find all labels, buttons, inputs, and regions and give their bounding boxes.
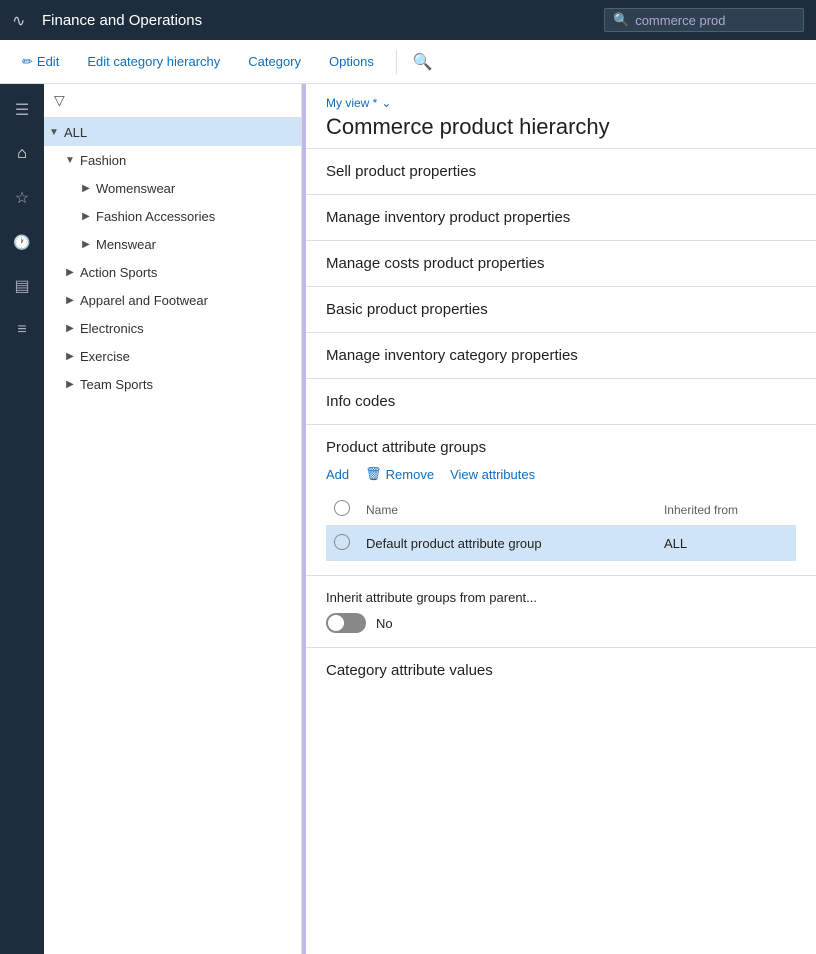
row-radio: [334, 534, 350, 550]
cat-attr-section[interactable]: Category attribute values: [306, 647, 816, 693]
section-sell[interactable]: Sell product properties: [306, 148, 816, 194]
page-title: Commerce product hierarchy: [326, 114, 796, 140]
attr-groups-section: Product attribute groups Add 🗑 Remove Vi…: [306, 424, 816, 575]
chevron-down-icon: ⌄: [381, 96, 391, 110]
row-name-cell: Default product attribute group: [358, 526, 656, 562]
options-button[interactable]: Options: [319, 48, 384, 75]
toggle-knob: [328, 615, 344, 631]
sidebar-table-icon[interactable]: ▤: [4, 268, 40, 304]
remove-button[interactable]: 🗑 Remove: [365, 466, 434, 482]
tree-node-fashion-accessories[interactable]: ▶ Fashion Accessories: [76, 202, 301, 230]
tree-node-team-sports[interactable]: ▶ Team Sports: [60, 370, 301, 398]
inherit-label: Inherit attribute groups from parent...: [326, 590, 796, 605]
edit-icon: ✏: [22, 54, 33, 70]
toggle-label: No: [376, 616, 393, 631]
main-layout: ☰ ⌂ ☆ 🕐 ▤ ≡ ▽ ▼ ALL ▼ Fashion ▶ Womenswe…: [0, 84, 816, 954]
sidebar-recent-icon[interactable]: 🕐: [4, 224, 40, 260]
expand-fashion-icon[interactable]: ▼: [60, 150, 80, 170]
sidebar-star-icon[interactable]: ☆: [4, 180, 40, 216]
attr-groups-title: Product attribute groups: [326, 439, 796, 456]
topbar: ∿ Finance and Operations 🔍 commerce prod: [0, 0, 816, 40]
toggle-row: No: [326, 613, 796, 633]
my-view[interactable]: My view * ⌄: [326, 96, 796, 110]
toolbar-divider: [396, 50, 397, 74]
tree-node-menswear[interactable]: ▶ Menswear: [76, 230, 301, 258]
content-panel: My view * ⌄ Commerce product hierarchy S…: [306, 84, 816, 954]
tree-filter-bar: ▽: [44, 84, 301, 118]
tree-node-exercise[interactable]: ▶ Exercise: [60, 342, 301, 370]
col-inherited: Inherited from: [656, 494, 796, 526]
resize-handle[interactable]: [302, 84, 306, 954]
row-select-cell[interactable]: [326, 526, 358, 562]
expand-menswear-icon[interactable]: ▶: [76, 234, 96, 254]
sidebar-menu-icon[interactable]: ☰: [4, 92, 40, 128]
tree-node-all[interactable]: ▼ ALL: [44, 118, 301, 146]
sidebar-home-icon[interactable]: ⌂: [4, 136, 40, 172]
edit-button[interactable]: ✏ Edit: [12, 48, 69, 76]
tree-panel: ▽ ▼ ALL ▼ Fashion ▶ Womenswear ▶ Fashion…: [44, 84, 302, 954]
tree-node-apparel-footwear[interactable]: ▶ Apparel and Footwear: [60, 286, 301, 314]
sidebar-list-icon[interactable]: ≡: [4, 312, 40, 348]
tree-node-womenswear[interactable]: ▶ Womenswear: [76, 174, 301, 202]
toolbar-search-icon[interactable]: 🔍: [413, 52, 433, 72]
header-radio: [334, 500, 350, 516]
cat-attr-title: Category attribute values: [326, 662, 796, 679]
expand-womenswear-icon[interactable]: ▶: [76, 178, 96, 198]
add-button[interactable]: Add: [326, 467, 349, 482]
tree-node-fashion[interactable]: ▼ Fashion: [60, 146, 301, 174]
trash-icon: 🗑: [365, 466, 382, 482]
filter-icon: ▽: [54, 92, 65, 109]
col-select: [326, 494, 358, 526]
content-header: My view * ⌄ Commerce product hierarchy: [306, 84, 816, 148]
expand-exercise-icon[interactable]: ▶: [60, 346, 80, 366]
table-row[interactable]: Default product attribute group ALL: [326, 526, 796, 562]
col-name: Name: [358, 494, 656, 526]
expand-electronics-icon[interactable]: ▶: [60, 318, 80, 338]
expand-apparel-icon[interactable]: ▶: [60, 290, 80, 310]
expand-fashion-acc-icon[interactable]: ▶: [76, 206, 96, 226]
section-basic[interactable]: Basic product properties: [306, 286, 816, 332]
expand-all-icon[interactable]: ▼: [44, 122, 64, 142]
inherit-section: Inherit attribute groups from parent... …: [306, 575, 816, 647]
edit-hierarchy-button[interactable]: Edit category hierarchy: [77, 48, 230, 75]
expand-action-sports-icon[interactable]: ▶: [60, 262, 80, 282]
row-inherited-cell: ALL: [656, 526, 796, 562]
inherit-toggle[interactable]: [326, 613, 366, 633]
attr-table: Name Inherited from Default product attr…: [326, 494, 796, 561]
grid-icon[interactable]: ∿: [12, 11, 30, 29]
view-attributes-button[interactable]: View attributes: [450, 467, 535, 482]
app-title: Finance and Operations: [42, 12, 604, 29]
section-info-codes[interactable]: Info codes: [306, 378, 816, 424]
tree-node-electronics[interactable]: ▶ Electronics: [60, 314, 301, 342]
toolbar: ✏ Edit Edit category hierarchy Category …: [0, 40, 816, 84]
search-icon: 🔍: [613, 12, 629, 28]
tree-node-action-sports[interactable]: ▶ Action Sports: [60, 258, 301, 286]
icon-sidebar: ☰ ⌂ ☆ 🕐 ▤ ≡: [0, 84, 44, 954]
section-manage-costs[interactable]: Manage costs product properties: [306, 240, 816, 286]
category-button[interactable]: Category: [238, 48, 311, 75]
global-search[interactable]: 🔍 commerce prod: [604, 8, 804, 32]
attr-actions: Add 🗑 Remove View attributes: [326, 466, 796, 482]
expand-team-sports-icon[interactable]: ▶: [60, 374, 80, 394]
section-manage-inv-prod[interactable]: Manage inventory product properties: [306, 194, 816, 240]
section-manage-inv-cat[interactable]: Manage inventory category properties: [306, 332, 816, 378]
